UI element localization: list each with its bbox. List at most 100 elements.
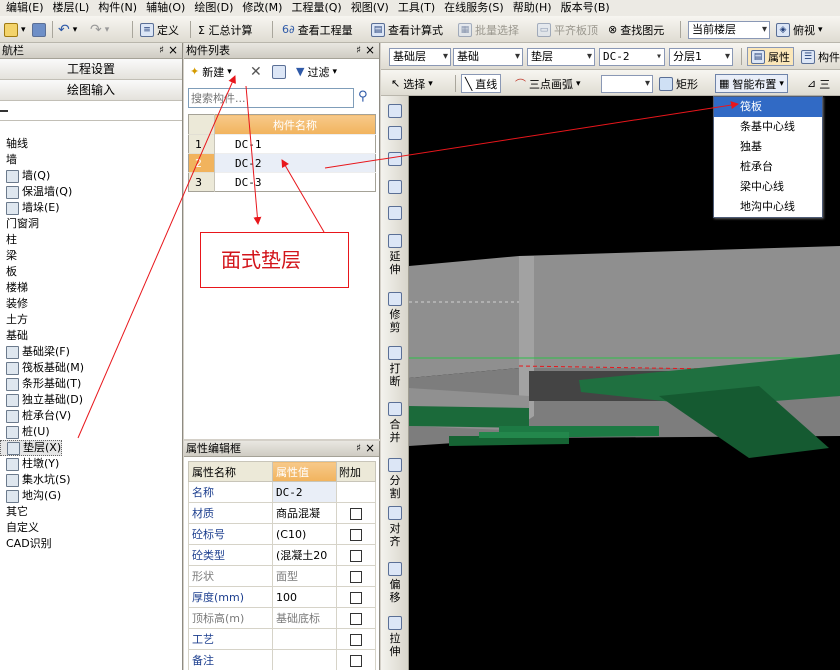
vtool-button[interactable]: 修剪 (384, 292, 406, 334)
extra-checkbox[interactable] (350, 633, 362, 646)
flat-slab-button[interactable]: ▭ 平齐板顶 (537, 20, 598, 39)
tree-item[interactable]: 桩(U) (0, 424, 50, 440)
smart-layout-item[interactable]: 筏板 (714, 97, 822, 117)
line-tool[interactable]: ╲ 直线 (461, 74, 502, 93)
filter-button[interactable]: ▼ 过滤 ▾ (296, 62, 337, 81)
tree-item[interactable]: 保温墙(Q) (0, 184, 72, 200)
extra-checkbox[interactable] (350, 549, 362, 562)
menu-axis[interactable]: 辅轴(O) (146, 1, 185, 15)
extra-checkbox[interactable] (350, 528, 362, 541)
close-icon[interactable]: × (168, 43, 178, 58)
tree-item[interactable]: 基础 (0, 328, 28, 344)
vtool-button[interactable]: 延伸 (384, 234, 406, 276)
sublayer-select[interactable]: 分层1 (669, 47, 733, 66)
tree-item[interactable]: 装修 (0, 296, 28, 312)
select-tool[interactable]: ↖ 选择 ▾ (391, 74, 433, 93)
batch-select-button[interactable]: ▦ 批量选择 (458, 20, 519, 39)
menu-component[interactable]: 构件(N) (98, 1, 137, 15)
save-button[interactable] (32, 20, 46, 39)
tree-item[interactable]: 柱 (0, 232, 17, 248)
tree-item[interactable]: 集水坑(S) (0, 472, 71, 488)
menu-floor[interactable]: 楼层(L) (53, 1, 90, 15)
menu-edit[interactable]: 编辑(E) (6, 1, 44, 15)
menu-tools[interactable]: 工具(T) (398, 1, 435, 15)
property-button[interactable]: ▤ 属性 (747, 47, 794, 66)
tree-item[interactable]: 自定义 (0, 520, 39, 536)
tree-item[interactable]: 筏板基础(M) (0, 360, 84, 376)
extra-checkbox[interactable] (350, 612, 362, 625)
copy-icon[interactable] (272, 62, 286, 81)
smart-layout-item[interactable]: 梁中心线 (714, 177, 822, 197)
tree-item[interactable]: 基础梁(F) (0, 344, 70, 360)
tree-item[interactable]: 楼梯 (0, 280, 28, 296)
extra-checkbox[interactable] (350, 654, 362, 667)
tree-item[interactable]: 墙(Q) (0, 168, 50, 184)
view-formula-button[interactable]: ▤ 查看计算式 (371, 20, 443, 39)
tree-item[interactable]: 地沟(G) (0, 488, 61, 504)
vtool-button[interactable]: 分割 (384, 458, 406, 500)
menu-version[interactable]: 版本号(B) (561, 1, 610, 15)
move-button[interactable] (384, 180, 406, 196)
category-select[interactable]: 基础 (453, 47, 523, 66)
collapse-icon[interactable] (0, 110, 8, 112)
menu-draw[interactable]: 绘图(D) (194, 1, 233, 15)
menu-modify[interactable]: 修改(M) (242, 1, 282, 15)
pin-icon[interactable]: ♯ (356, 441, 361, 456)
tree-item[interactable]: 独立基础(D) (0, 392, 83, 408)
tree-item[interactable]: 土方 (0, 312, 28, 328)
tree-item[interactable]: 条形基础(T) (0, 376, 81, 392)
component-type-select[interactable]: 垫层 (527, 47, 595, 66)
search-input[interactable] (189, 89, 353, 107)
tree-item[interactable]: 其它 (0, 504, 28, 520)
tree-item[interactable]: 墙垛(E) (0, 200, 60, 216)
smart-layout-item[interactable]: 条基中心线 (714, 117, 822, 137)
select-extend-button[interactable] (384, 104, 406, 120)
undo-button[interactable]: ↶ ▾ (58, 20, 77, 39)
base-layer-select[interactable]: 基础层 (389, 47, 451, 66)
smart-layout-item[interactable]: 地沟中心线 (714, 197, 822, 217)
sum-button[interactable]: Σ 汇总计算 (198, 20, 252, 39)
vtool-button[interactable]: 拉伸 (384, 616, 406, 658)
open-button[interactable]: ▾ (4, 20, 26, 39)
find-element-button[interactable]: ⊗ 查找图元 (608, 20, 664, 39)
new-component-button[interactable]: ✦ 新建 ▾ (190, 62, 232, 81)
property-value[interactable]: (混凝土20 (272, 544, 337, 566)
view-quantity-button[interactable]: 6∂ 查看工程量 (282, 20, 353, 39)
redo-button[interactable]: ↷ ▾ (90, 20, 109, 39)
property-value[interactable] (272, 628, 337, 650)
smart-layout-item[interactable]: 独基 (714, 137, 822, 157)
close-icon[interactable]: × (365, 441, 375, 456)
property-value[interactable]: 100 (272, 586, 337, 608)
smart-layout-item[interactable]: 桩承台 (714, 157, 822, 177)
tree-item[interactable]: 板 (0, 264, 17, 280)
tree-item[interactable]: CAD识别 (0, 536, 52, 552)
rect-tool[interactable]: 矩形 (659, 74, 698, 93)
menu-view[interactable]: 视图(V) (351, 1, 389, 15)
component-list-button[interactable]: ☰ 构件 (801, 47, 840, 66)
tree-item[interactable]: 梁 (0, 248, 17, 264)
arc-tool[interactable]: ⌒ 三点画弧 ▾ (515, 74, 581, 93)
property-value[interactable]: 基础底标 (272, 607, 337, 629)
table-row[interactable]: 3 DC-3 (188, 172, 376, 192)
vtool-button[interactable]: 偏移 (384, 562, 406, 604)
vtool-button[interactable]: 对齐 (384, 506, 406, 548)
floor-select[interactable]: 当前楼层 (688, 20, 770, 39)
extra-checkbox[interactable] (350, 507, 362, 520)
pin-icon[interactable]: ♯ (159, 43, 164, 58)
smart-layout-button[interactable]: ▦ 智能布置 ▾ (715, 74, 788, 93)
property-value[interactable]: DC-2 (272, 481, 337, 503)
extra-checkbox[interactable] (350, 591, 362, 604)
property-value[interactable] (272, 649, 337, 670)
property-value[interactable]: (C10) (272, 523, 337, 545)
tree-item[interactable]: 柱墩(Y) (0, 456, 59, 472)
table-row[interactable]: 1 DC-1 (188, 134, 376, 154)
define-button[interactable]: ≡ 定义 (140, 20, 179, 39)
view-mode-button[interactable]: ◈ 俯视 ▾ (776, 20, 823, 39)
menu-online[interactable]: 在线服务(S) (444, 1, 504, 15)
project-settings-button[interactable]: 工程设置 (0, 59, 182, 80)
search-icon[interactable]: ⚲ (358, 89, 368, 104)
menu-quantity[interactable]: 工程量(Q) (291, 1, 341, 15)
table-row[interactable]: 2 DC-2 (188, 153, 376, 173)
arc-option-select[interactable] (601, 74, 653, 93)
mirror-button[interactable] (384, 152, 406, 168)
